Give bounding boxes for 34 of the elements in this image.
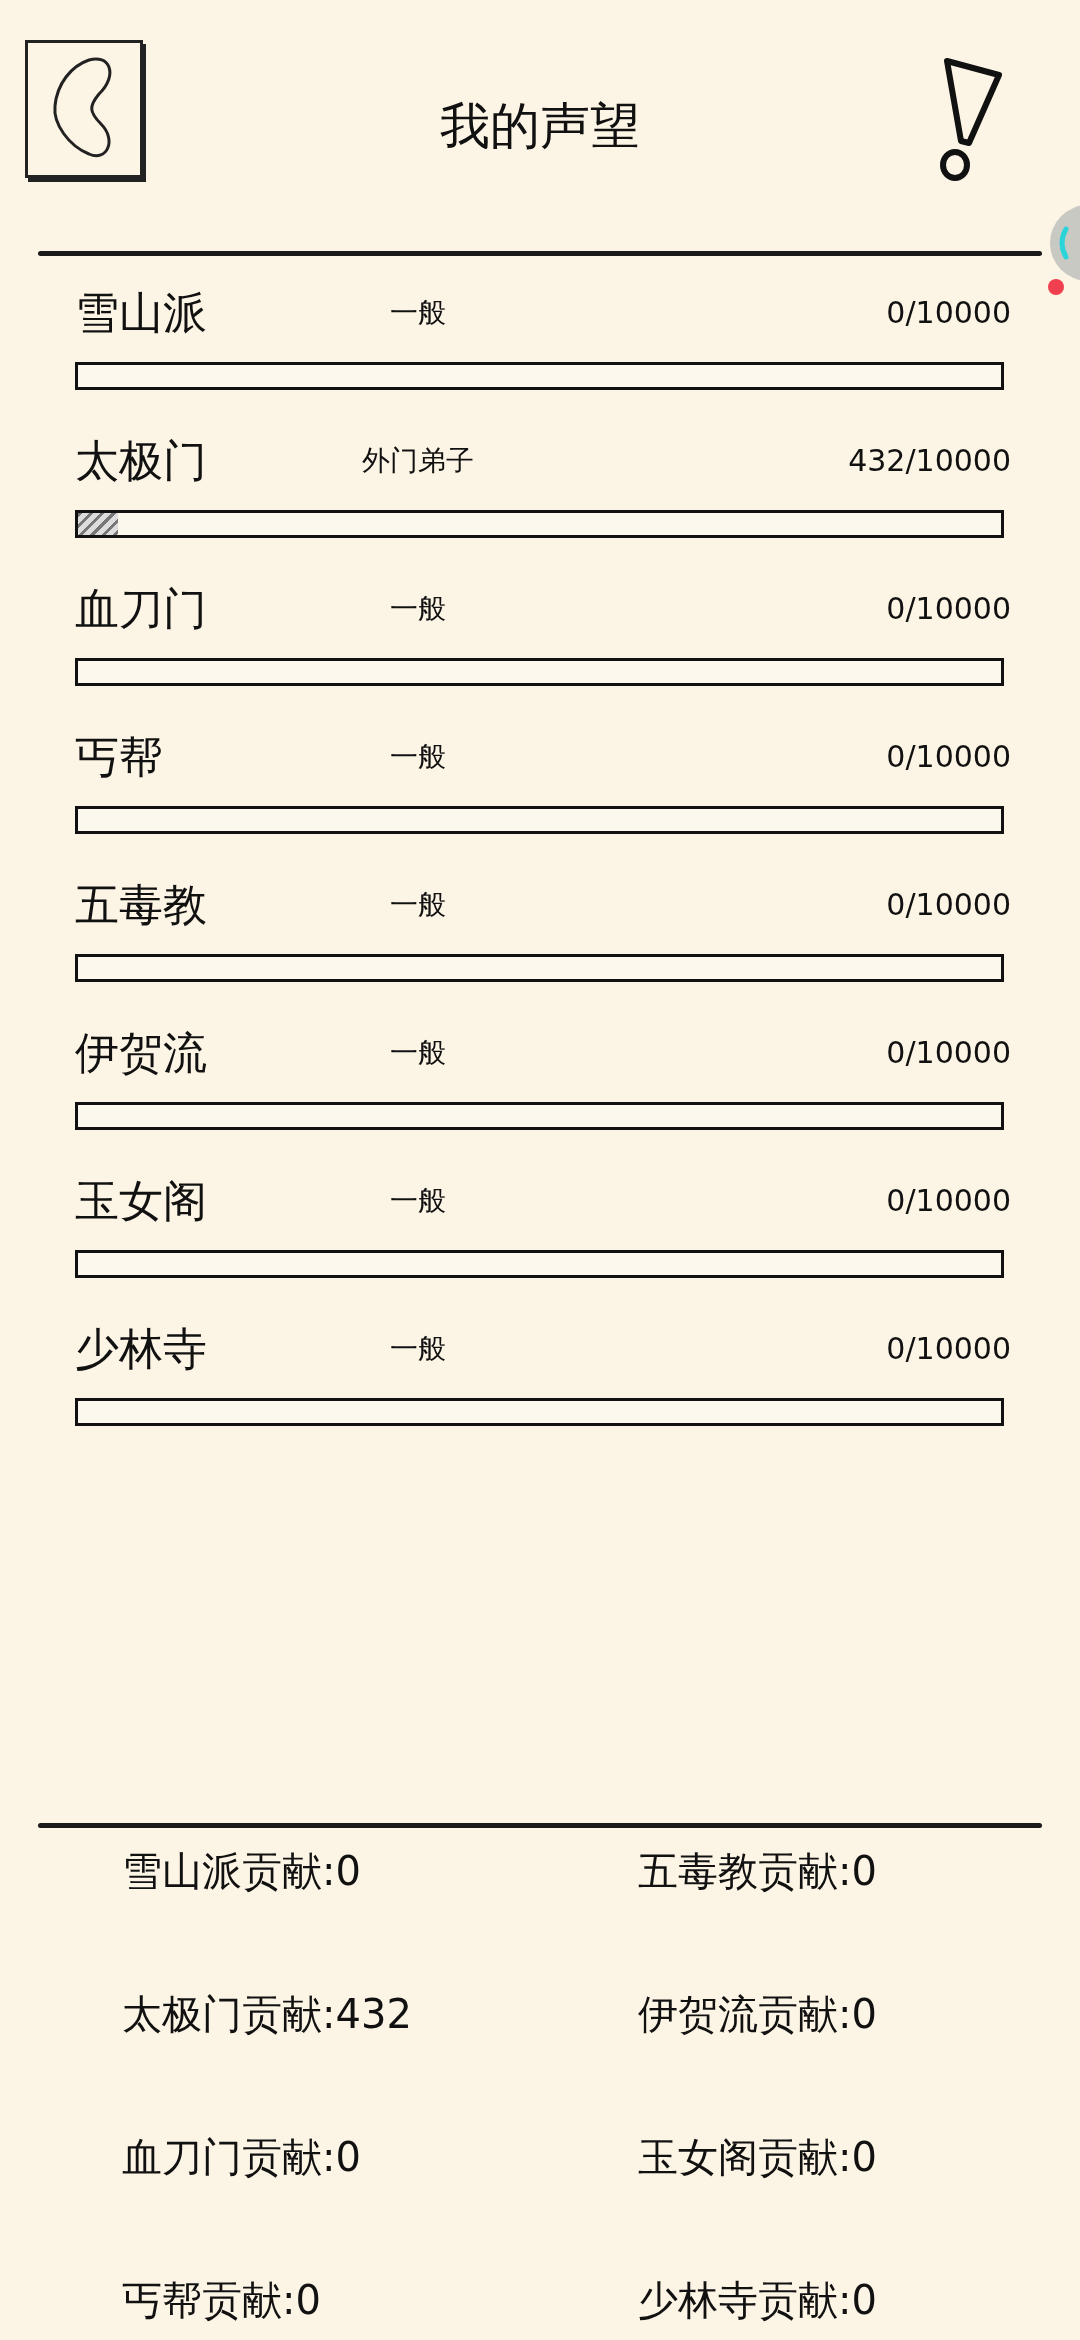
rank-label: 一般 [389,592,447,626]
reputation-value: 0/10000 [886,739,1011,775]
faction-name: 伊贺流 [75,1027,208,1079]
rank-label: 一般 [389,1036,447,1070]
rank-label: 一般 [389,888,447,922]
faction-name: 太极门 [75,435,208,487]
reputation-value: 0/10000 [886,1035,1011,1071]
contribution-text: 少林寺贡献:0 [638,2277,877,2323]
faction-name: 丐帮 [75,731,164,783]
contribution-text: 玉女阁贡献:0 [638,2134,877,2180]
contribution-text: 雪山派贡献:0 [122,1848,361,1894]
reputation-value: 0/10000 [886,887,1011,923]
reputation-value: 0/10000 [886,1183,1011,1219]
contribution-text: 伊贺流贡献:0 [638,1991,877,2037]
rank-label: 外门弟子 [361,444,475,478]
rank-label: 一般 [389,1184,447,1218]
contribution-text: 太极门贡献:432 [122,1991,412,2037]
page-title: 我的声望 [439,98,641,154]
rank-label: 一般 [389,296,447,330]
rank-label: 一般 [389,740,447,774]
contribution-text: 血刀门贡献:0 [122,2134,361,2180]
faction-name: 五毒教 [75,879,208,931]
contribution-text: 五毒教贡献:0 [638,1848,877,1894]
reputation-value: 432/10000 [848,443,1011,479]
reputation-value: 0/10000 [886,295,1011,331]
faction-name: 血刀门 [75,583,208,635]
faction-name: 玉女阁 [75,1175,208,1227]
faction-name: 雪山派 [75,287,208,339]
faction-name: 少林寺 [75,1323,208,1375]
reputation-value: 0/10000 [886,591,1011,627]
contribution-text: 丐帮贡献:0 [122,2277,321,2323]
rank-label: 一般 [389,1332,447,1366]
reputation-value: 0/10000 [886,1331,1011,1367]
floating-assistant-icon[interactable] [1048,203,1080,295]
